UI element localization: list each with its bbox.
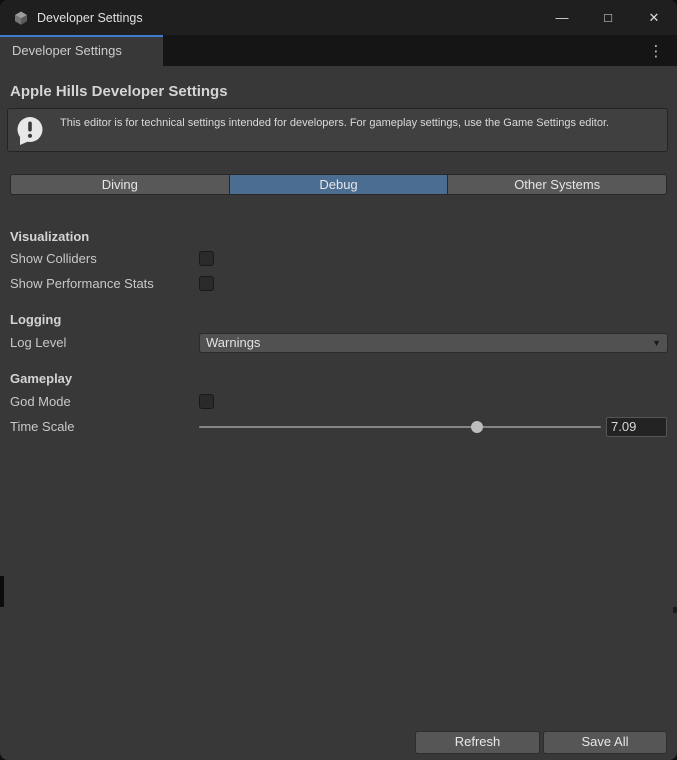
time-scale-value-field[interactable]: 7.09: [606, 417, 667, 437]
section-gameplay: Gameplay: [10, 371, 72, 386]
save-all-button[interactable]: Save All: [543, 731, 667, 754]
log-level-value: Warnings: [200, 334, 667, 351]
window-controls: — □ ✕: [539, 0, 677, 35]
tab-other-systems[interactable]: Other Systems: [448, 174, 667, 195]
right-edge-artifact: [673, 607, 677, 613]
chevron-down-icon: ▼: [652, 334, 661, 352]
time-scale-slider-track[interactable]: [199, 426, 601, 428]
time-scale-slider-thumb[interactable]: [471, 421, 483, 433]
section-visualization: Visualization: [10, 229, 89, 244]
window-title: Developer Settings: [37, 11, 143, 25]
tab-debug[interactable]: Debug: [230, 174, 449, 195]
time-scale-value: 7.09: [607, 418, 666, 435]
god-mode-checkbox[interactable]: [199, 394, 214, 409]
editor-tab-bar: Developer Settings ⋮: [0, 35, 677, 66]
log-level-dropdown[interactable]: Warnings ▼: [199, 333, 668, 353]
maximize-icon[interactable]: □: [585, 0, 631, 35]
category-toolbar: Diving Debug Other Systems: [10, 174, 667, 195]
window-titlebar: Developer Settings — □ ✕: [0, 0, 677, 35]
helpbox-message: This editor is for technical settings in…: [60, 116, 648, 131]
developer-settings-window: Developer Settings — □ ✕ Developer Setti…: [0, 0, 677, 760]
minimize-icon[interactable]: —: [539, 0, 585, 35]
tab-label: Developer Settings: [0, 37, 163, 65]
info-bubble-icon: [14, 115, 46, 147]
god-mode-label: God Mode: [10, 394, 71, 409]
page-title: Apple Hills Developer Settings: [10, 83, 228, 100]
tab-menu-kebab-icon[interactable]: ⋮: [645, 35, 667, 66]
info-helpbox: This editor is for technical settings in…: [7, 108, 668, 152]
show-colliders-label: Show Colliders: [10, 251, 97, 266]
tab-developer-settings[interactable]: Developer Settings: [0, 35, 163, 66]
tab-diving[interactable]: Diving: [10, 174, 230, 195]
time-scale-label: Time Scale: [10, 419, 75, 434]
show-colliders-checkbox[interactable]: [199, 251, 214, 266]
log-level-label: Log Level: [10, 335, 66, 350]
unity-cube-icon: [13, 10, 29, 26]
show-performance-stats-checkbox[interactable]: [199, 276, 214, 291]
close-icon[interactable]: ✕: [631, 0, 677, 35]
refresh-button[interactable]: Refresh: [415, 731, 540, 754]
section-logging: Logging: [10, 312, 61, 327]
show-performance-stats-label: Show Performance Stats: [10, 276, 154, 291]
left-edge-artifact: [0, 576, 4, 607]
